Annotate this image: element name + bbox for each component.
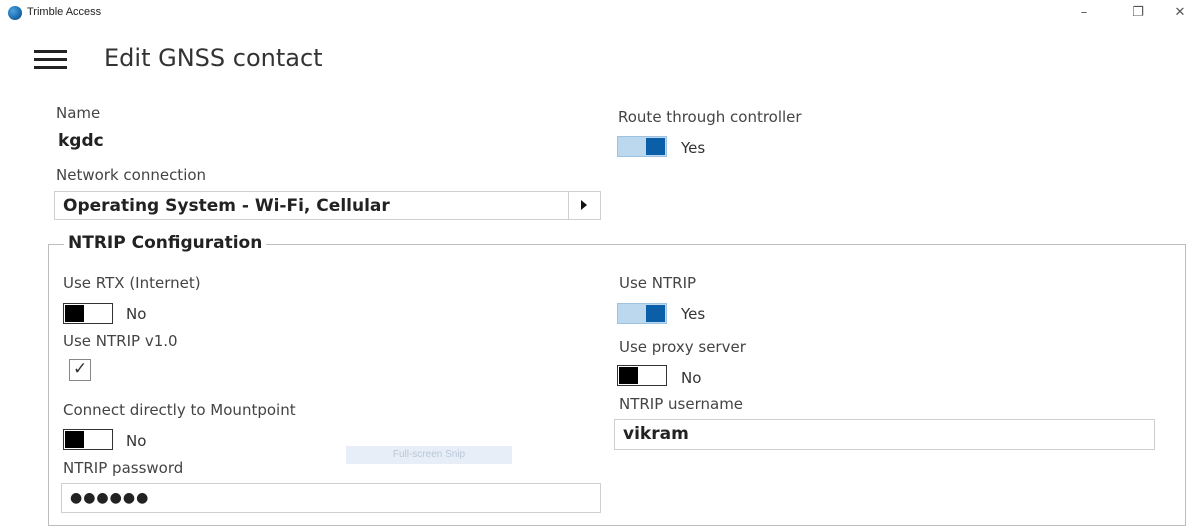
use-ntrip-value: Yes [681,305,706,323]
ntrip-username-value: vikram [623,424,689,444]
ntrip-configuration-title: NTRIP Configuration [64,233,267,253]
route-through-controller-toggle[interactable] [617,136,667,157]
use-ntrip-v1-checkbox[interactable] [69,359,91,381]
connect-mountpoint-toggle[interactable] [63,429,113,450]
use-rtx-value: No [126,305,147,323]
use-proxy-toggle[interactable] [617,365,667,386]
minimize-button[interactable]: – [1064,2,1104,24]
app-logo-icon [8,6,22,20]
app-title: Trimble Access [27,6,102,18]
maximize-button[interactable]: ❐ [1118,2,1158,24]
name-value[interactable]: kgdc [58,131,104,151]
route-through-controller-value: Yes [681,139,706,157]
hamburger-menu-icon[interactable] [34,50,68,70]
title-bar: Trimble Access – ❐ ✕ [0,0,1202,26]
name-label: Name [56,104,101,122]
use-ntrip-label: Use NTRIP [619,274,697,292]
use-rtx-toggle[interactable] [63,303,113,324]
connect-mountpoint-value: No [126,432,147,450]
ntrip-password-field[interactable]: ●●●●●● [61,483,601,513]
ntrip-password-value: ●●●●●● [70,490,150,506]
ntrip-password-label: NTRIP password [63,459,184,477]
close-button[interactable]: ✕ [1160,2,1200,24]
use-proxy-value: No [681,369,702,387]
network-connection-select[interactable]: Operating System - Wi-Fi, Cellular [54,191,601,220]
route-through-controller-label: Route through controller [618,108,802,126]
chevron-right-icon[interactable] [568,192,600,219]
use-ntrip-v1-label: Use NTRIP v1.0 [63,332,178,350]
connect-mountpoint-label: Connect directly to Mountpoint [63,401,296,419]
ntrip-username-label: NTRIP username [619,395,744,413]
use-rtx-label: Use RTX (Internet) [63,274,201,292]
network-connection-value: Operating System - Wi-Fi, Cellular [63,196,390,216]
use-proxy-label: Use proxy server [619,338,746,356]
snip-overlay: Full-screen Snip [346,446,512,464]
network-connection-label: Network connection [56,166,207,184]
ntrip-username-field[interactable]: vikram [614,419,1155,450]
use-ntrip-toggle[interactable] [617,303,667,324]
page-title: Edit GNSS contact [104,44,323,72]
